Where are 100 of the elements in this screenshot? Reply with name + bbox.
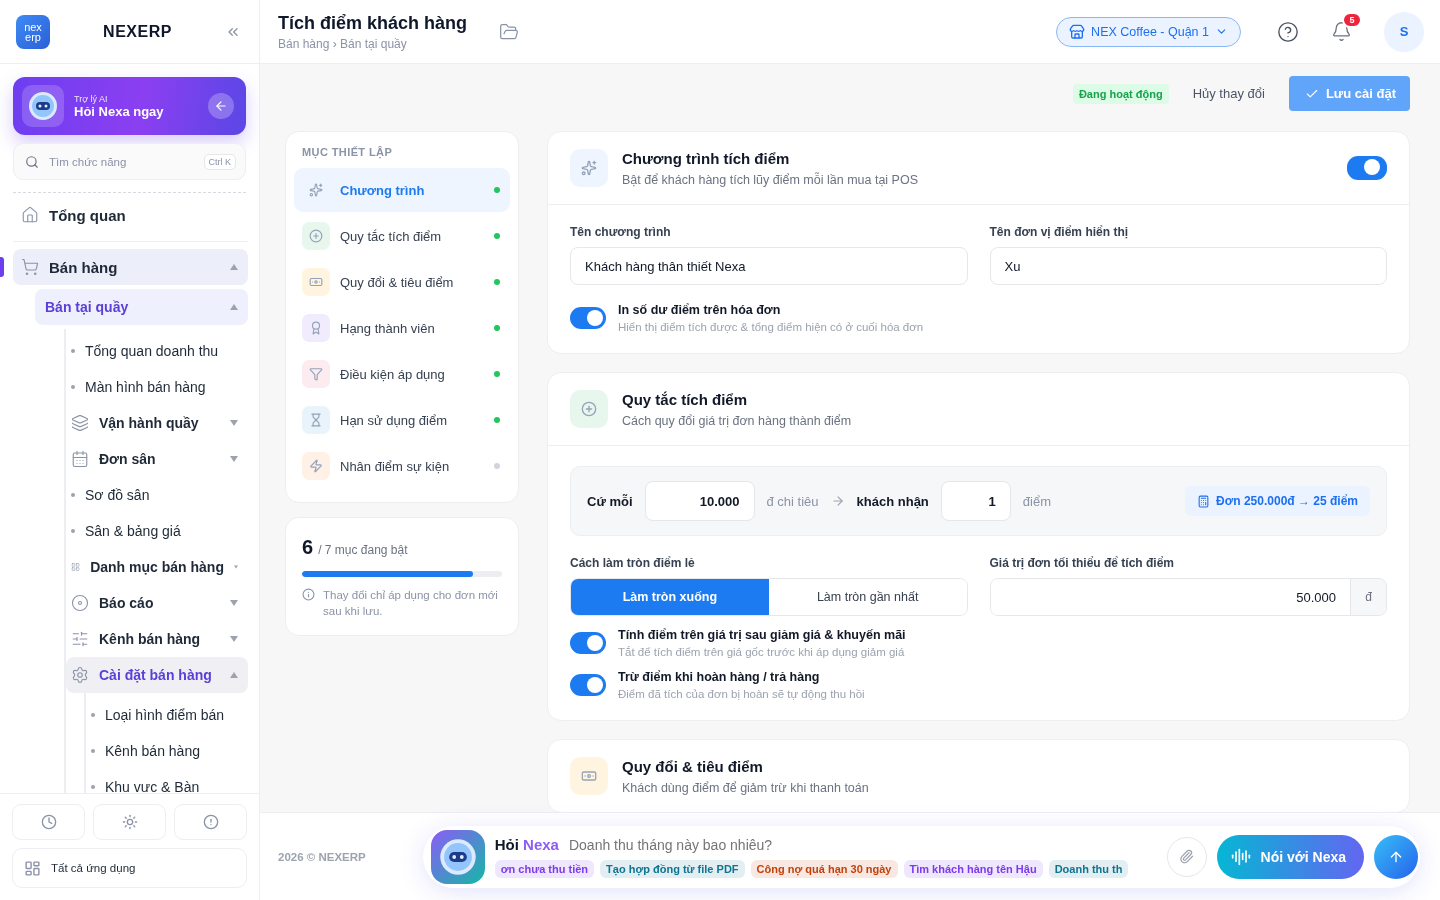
card-title: Quy tắc tích điểm bbox=[622, 390, 749, 408]
enabled-count: 6 bbox=[302, 536, 314, 559]
toggle-switch[interactable] bbox=[570, 307, 606, 329]
bullet-icon bbox=[71, 349, 75, 353]
sliders-icon bbox=[71, 630, 89, 648]
toggle-switch[interactable] bbox=[570, 674, 606, 696]
search-icon bbox=[25, 154, 39, 169]
toggle-description: Hiển thị điểm tích được & tổng điểm hiện có ở cuối hóa đơn bbox=[618, 321, 924, 333]
toggle-title: Tính điểm trên giá trị sau giảm giá & khuyến mãi bbox=[618, 628, 906, 642]
nav-item[interactable]: Loại hình điểm bán bbox=[86, 697, 248, 733]
calculator-icon bbox=[1197, 494, 1211, 508]
apps-icon bbox=[24, 859, 41, 877]
plus-circle-icon bbox=[309, 229, 323, 243]
minimum-field[interactable]: 50.000 đ bbox=[989, 578, 1387, 616]
talk-button[interactable]: Nói với Nexa bbox=[1216, 834, 1364, 879]
assistant-name: Hỏi Nexa bbox=[494, 836, 559, 853]
toggle-title: Trừ điểm khi hoàn hàng / trả hàng bbox=[618, 670, 821, 684]
send-button[interactable] bbox=[1374, 834, 1418, 879]
arrow-icon bbox=[830, 494, 845, 508]
nav-item[interactable]: Tổng quan doanh thu bbox=[66, 333, 248, 369]
bullet-icon bbox=[91, 713, 95, 717]
search-field[interactable]: Tìm chức năng bbox=[47, 154, 196, 169]
robot-icon bbox=[438, 837, 477, 876]
ai-caption: Trợ lý AI bbox=[74, 93, 109, 104]
store-icon bbox=[1069, 23, 1086, 40]
active-indicator bbox=[0, 257, 4, 277]
help-icon[interactable] bbox=[1277, 20, 1299, 43]
nav-item[interactable]: Báo cáo bbox=[66, 585, 248, 621]
cart-icon bbox=[21, 258, 39, 276]
cancel-button[interactable]: Hủy thay đổi bbox=[1190, 86, 1267, 101]
nav-item[interactable]: Cài đặt bán hàng bbox=[66, 657, 248, 693]
suggestion-chip[interactable]: Tìm khách hàng tên Hậu bbox=[903, 859, 1043, 878]
rule-text: Cứ mỗi bbox=[587, 493, 633, 509]
card-subtitle: Bật để khách hàng tích lũy điểm mỗi lần mua tại POS bbox=[622, 172, 919, 187]
card-title: Chương trình tích điểm bbox=[622, 149, 791, 167]
suggestion-chip[interactable]: Tạo hợp đồng từ file PDF bbox=[600, 859, 745, 878]
lightning-icon bbox=[309, 459, 323, 473]
rule-text: đ chi tiêu bbox=[766, 493, 819, 509]
bell-icon[interactable] bbox=[1331, 21, 1352, 42]
card-title: Quy đổi & tiêu điểm bbox=[622, 757, 764, 775]
sound-wave-icon bbox=[1230, 846, 1251, 867]
banknote-icon bbox=[309, 275, 323, 289]
robot-icon bbox=[28, 91, 58, 121]
nav-item[interactable]: Sơ đồ sân bbox=[66, 477, 248, 513]
folder-icon[interactable] bbox=[499, 21, 520, 42]
bullet-icon bbox=[71, 385, 75, 389]
points-field[interactable]: 1 bbox=[940, 481, 1011, 521]
nav-item[interactable]: Tổng quan bbox=[13, 197, 248, 233]
arrow-left-icon bbox=[214, 99, 228, 113]
alert-icon bbox=[202, 814, 219, 830]
settings-menu-item[interactable]: Quy đổi & tiêu điểm bbox=[294, 260, 510, 304]
nav-item[interactable]: Sân & bảng giá bbox=[66, 513, 248, 549]
logo: nex erp bbox=[16, 14, 50, 49]
nav-item[interactable]: Đơn sân bbox=[66, 441, 248, 477]
total-label: / 7 mục đang bật bbox=[318, 543, 408, 557]
settings-menu-item[interactable]: Hạn sử dụng điểm bbox=[294, 398, 510, 442]
status-badge: Đang hoạt động bbox=[1072, 83, 1169, 104]
suggestion-chip[interactable]: Công nợ quá hạn 30 ngày bbox=[750, 859, 898, 878]
nav-item[interactable]: Kênh bán hàng bbox=[66, 621, 248, 657]
store-selector[interactable]: NEX Coffee - Quận 1 bbox=[1056, 16, 1241, 47]
nav-item[interactable]: Danh mục bán hàng bbox=[66, 549, 248, 585]
award-icon bbox=[309, 321, 323, 335]
funnel-icon bbox=[309, 367, 323, 381]
rule-text: khách nhận bbox=[856, 493, 929, 509]
ai-assistant-card[interactable]: Trợ lý AI Hỏi Nexa ngay bbox=[13, 77, 246, 135]
settings-menu-item[interactable]: Nhân điểm sự kiện bbox=[294, 444, 510, 488]
rule-text: điểm bbox=[1022, 493, 1051, 509]
open-assistant-button[interactable] bbox=[208, 93, 234, 119]
sparkles-icon bbox=[581, 160, 597, 176]
home-icon bbox=[21, 206, 39, 224]
text-field[interactable]: Khách hàng thân thiết Nexa bbox=[570, 247, 968, 285]
nav-item[interactable]: Vận hành quầy bbox=[66, 405, 248, 441]
gear-icon bbox=[71, 666, 89, 684]
card-subtitle: Khách dùng điểm để giảm trừ khi thanh toán bbox=[622, 780, 870, 795]
toggle-switch[interactable] bbox=[570, 632, 606, 654]
settings-menu-item[interactable]: Chương trình bbox=[294, 168, 510, 212]
info-icon bbox=[302, 588, 315, 601]
suggestion-chip[interactable]: Doanh thu th bbox=[1048, 859, 1129, 878]
field-label: Tên chương trình bbox=[570, 225, 672, 239]
note-text: Thay đổi chỉ áp dụng cho đơn mới sau khi lưu. bbox=[323, 588, 499, 619]
settings-menu-item[interactable]: Điều kiện áp dụng bbox=[294, 352, 510, 396]
settings-menu-item[interactable]: Hạng thành viên bbox=[294, 306, 510, 350]
nav-item[interactable]: Bán tại quầy bbox=[35, 289, 248, 325]
field-label: Tên đơn vị điểm hiển thị bbox=[989, 225, 1130, 239]
amount-field[interactable]: 10.000 bbox=[644, 481, 755, 521]
nav-item[interactable]: Kênh bán hàng bbox=[86, 733, 248, 769]
avatar[interactable]: S bbox=[1384, 11, 1424, 52]
brand-name: NEXERP bbox=[102, 22, 173, 41]
nav-item[interactable]: Màn hình bán hàng bbox=[66, 369, 248, 405]
example-chip: Đơn 250.000đ → 25 điểm bbox=[1185, 486, 1370, 516]
notification-badge: 5 bbox=[1342, 12, 1362, 28]
settings-menu-item[interactable]: Quy tắc tích điểm bbox=[294, 214, 510, 258]
suggestion-chip[interactable]: ơn chưa thu tiền bbox=[494, 859, 595, 878]
program-toggle[interactable] bbox=[1347, 156, 1387, 180]
page-title: Tích điểm khách hàng bbox=[278, 12, 468, 34]
rounding-option[interactable]: Làm tròn xuống bbox=[571, 579, 769, 615]
plus-circle-icon bbox=[581, 401, 597, 417]
all-apps-button[interactable]: Tất cả ứng dụng bbox=[12, 848, 247, 888]
ai-title: Hỏi Nexa ngay bbox=[74, 103, 165, 119]
text-field[interactable]: Xu bbox=[989, 247, 1387, 285]
